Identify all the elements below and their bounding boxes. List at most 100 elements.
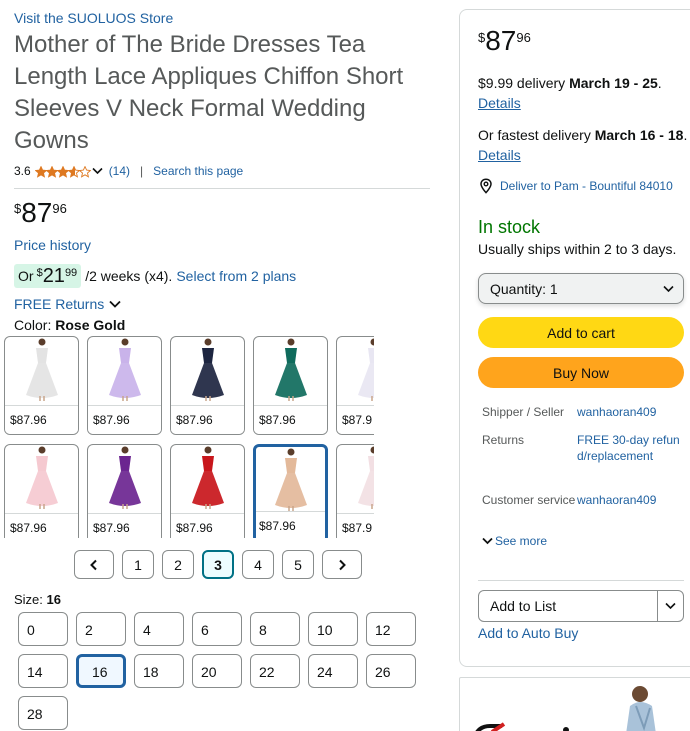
size-selection: Size: 16: [14, 592, 61, 610]
delivery-date: March 19 - 25: [569, 75, 658, 91]
size-option-20[interactable]: 20: [192, 654, 242, 688]
rating-count-link[interactable]: (14): [109, 164, 130, 178]
color-swatch[interactable]: $87.96: [4, 336, 79, 435]
select-plans-link[interactable]: Select from 2 plans: [176, 268, 296, 284]
customer-service-link[interactable]: wanhaoran409: [577, 492, 687, 508]
star-rating-icon[interactable]: [34, 165, 92, 178]
add-to-list-button[interactable]: Add to List: [478, 590, 684, 622]
dress-image: [254, 337, 327, 407]
divider: [14, 188, 430, 189]
dress-image: [5, 337, 78, 407]
size-option-2[interactable]: 2: [76, 612, 126, 646]
previous-page-button[interactable]: [74, 550, 114, 579]
size-option-8[interactable]: 8: [250, 612, 300, 646]
add-to-auto-buy-link[interactable]: Add to Auto Buy: [478, 625, 578, 641]
quantity-select[interactable]: Quantity: 1: [478, 273, 684, 304]
shipper-link[interactable]: wanhaoran409: [577, 404, 687, 420]
add-to-list-label[interactable]: Add to List: [479, 591, 657, 621]
delivery-details-link[interactable]: Details: [478, 95, 521, 111]
dress-image: [171, 337, 244, 407]
free-returns-link[interactable]: FREE Returns: [14, 296, 104, 312]
quantity-value: 1: [549, 280, 558, 297]
separator: |: [140, 164, 144, 178]
fastest-date: March 16 - 18: [594, 127, 684, 143]
size-option-0[interactable]: 0: [18, 612, 68, 646]
buy-now-button[interactable]: Buy Now: [478, 357, 684, 388]
chevron-right-icon: [339, 559, 346, 570]
returns-link[interactable]: FREE 30-day refund/replacement: [577, 432, 687, 464]
color-swatch[interactable]: $87.9: [336, 444, 374, 538]
fastest-prefix: Or fastest delivery: [478, 127, 591, 143]
price-fraction: 96: [52, 201, 67, 216]
delivery-period: .: [657, 75, 662, 91]
price-whole: 87: [485, 25, 517, 56]
deliver-to-link[interactable]: Deliver to Pam - Bountiful 84010: [500, 177, 673, 195]
size-option-6[interactable]: 6: [192, 612, 242, 646]
plan-fraction: 99: [64, 267, 78, 279]
page-button-2[interactable]: 2: [162, 550, 194, 579]
page-button-5[interactable]: 5: [282, 550, 314, 579]
color-swatch[interactable]: $87.96: [87, 336, 162, 435]
fastest-details-link[interactable]: Details: [478, 147, 521, 163]
swatch-price: $87.9: [337, 405, 374, 434]
page-button-3[interactable]: 3: [202, 550, 234, 579]
add-to-cart-button[interactable]: Add to cart: [478, 317, 684, 348]
size-option-22[interactable]: 22: [250, 654, 300, 688]
free-returns[interactable]: FREE Returns: [14, 295, 434, 313]
size-option-12[interactable]: 12: [366, 612, 416, 646]
size-option-4[interactable]: 4: [134, 612, 184, 646]
dress-image: [88, 337, 161, 407]
chevron-down-icon[interactable]: [92, 164, 103, 178]
plan-terms: /2 weeks (x4).: [85, 268, 173, 284]
customer-service-label: Customer service: [482, 493, 576, 507]
delivery-info: $9.99 delivery March 19 - 25. Details: [478, 73, 690, 113]
size-option-16[interactable]: 16: [76, 654, 126, 688]
swatch-price: $87.96: [171, 405, 244, 434]
star-icon: [45, 165, 59, 178]
location-pin-icon: [478, 178, 494, 194]
color-swatch[interactable]: $87.96: [170, 444, 245, 538]
swatch-price: $87.96: [88, 405, 161, 434]
color-swatch[interactable]: $87.96: [253, 336, 328, 435]
store-link[interactable]: Visit the SUOLUOS Store: [14, 8, 434, 28]
next-page-button[interactable]: [322, 550, 362, 579]
dress-image: [256, 447, 325, 517]
color-swatch[interactable]: $87.96: [253, 444, 328, 538]
returns-row: Returns FREE 30-day refund/replacement: [482, 432, 690, 464]
size-option-14[interactable]: 14: [18, 654, 68, 688]
dress-image: [337, 445, 374, 515]
size-option-18[interactable]: 18: [134, 654, 184, 688]
size-option-10[interactable]: 10: [308, 612, 358, 646]
sponsored-ad[interactable]: [459, 677, 690, 731]
shipper-label: Shipper / Seller: [482, 405, 565, 419]
quantity-label: Quantity:: [490, 280, 547, 297]
color-swatch[interactable]: $87.96: [170, 336, 245, 435]
swatch-price: $87.96: [171, 513, 244, 538]
size-option-28[interactable]: 28: [18, 696, 68, 730]
plan-whole: 21: [42, 264, 65, 287]
color-swatch[interactable]: $87.96: [4, 444, 79, 538]
dress-image: [171, 445, 244, 515]
size-option-26[interactable]: 26: [366, 654, 416, 688]
chevron-down-icon[interactable]: [109, 297, 121, 311]
price-history-link[interactable]: Price history: [14, 237, 434, 255]
page-button-4[interactable]: 4: [242, 550, 274, 579]
stock-status: In stock: [478, 217, 541, 237]
see-more-label[interactable]: See more: [495, 534, 547, 548]
page-button-1[interactable]: 1: [122, 550, 154, 579]
color-swatch[interactable]: $87.9: [336, 336, 374, 435]
swatch-price: $87.96: [5, 513, 78, 538]
see-more-toggle[interactable]: See more: [482, 534, 547, 548]
search-this-page-link[interactable]: Search this page: [153, 164, 243, 178]
swatch-price: $87.96: [5, 405, 78, 434]
chevron-down-icon[interactable]: [657, 591, 683, 621]
swatch-price: $87.96: [88, 513, 161, 538]
swatch-price: $87.9: [337, 513, 374, 538]
deliver-to[interactable]: Deliver to Pam - Bountiful 84010: [478, 177, 678, 195]
seller-info-table: Shipper / Seller wanhaoran409 Returns FR…: [478, 404, 690, 564]
dress-image: [88, 445, 161, 515]
rating-number: 3.6: [14, 164, 31, 178]
color-swatch[interactable]: $87.96: [87, 444, 162, 538]
size-option-24[interactable]: 24: [308, 654, 358, 688]
product-info: Visit the SUOLUOS Store Mother of The Br…: [14, 8, 434, 335]
